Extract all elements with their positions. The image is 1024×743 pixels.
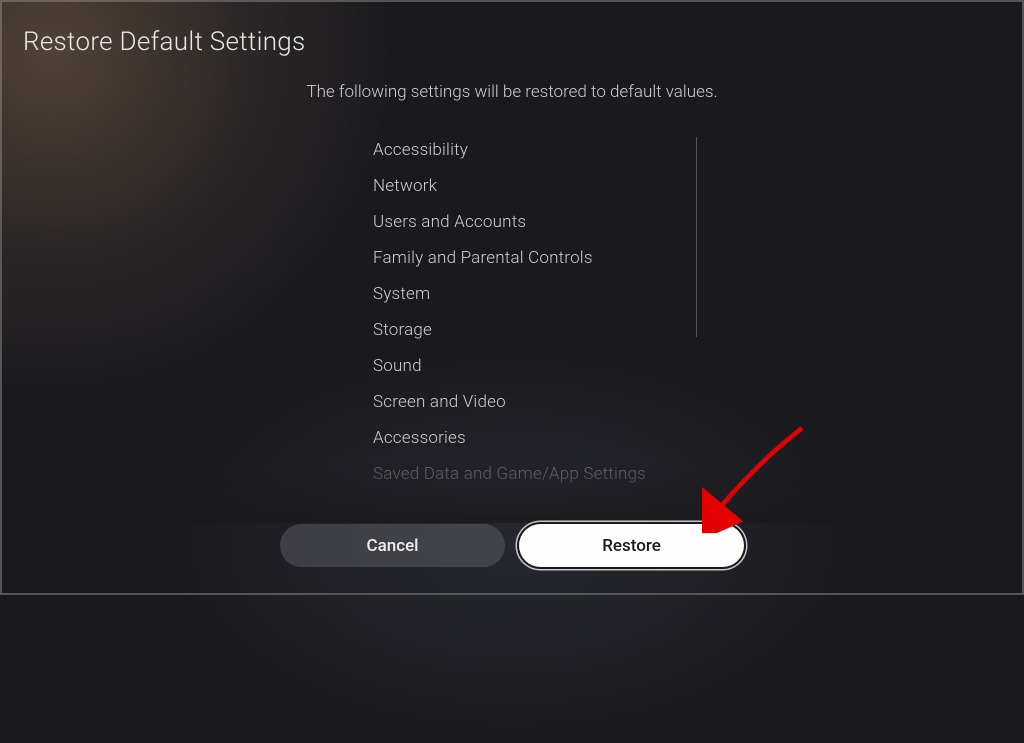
scrollbar[interactable] [696, 137, 697, 337]
list-item: Saved Data and Game/App Settings [373, 456, 733, 492]
list-item: Accessories [373, 420, 733, 456]
list-item: Users and Accounts [373, 204, 733, 240]
background-glow [0, 0, 402, 402]
cancel-button[interactable]: Cancel [280, 524, 505, 567]
list-item: Screen and Video [373, 384, 733, 420]
list-item: Accessibility [373, 132, 733, 168]
restore-button[interactable]: Restore [519, 524, 744, 567]
list-item: Sound [373, 348, 733, 384]
list-item: Family and Parental Controls [373, 240, 733, 276]
list-item: Network [373, 168, 733, 204]
description-text: The following settings will be restored … [2, 82, 1022, 102]
settings-list: Accessibility Network Users and Accounts… [373, 132, 733, 492]
list-item: System [373, 276, 733, 312]
list-item: Storage [373, 312, 733, 348]
page-title: Restore Default Settings [23, 27, 306, 57]
button-row: Cancel Restore [2, 524, 1022, 567]
